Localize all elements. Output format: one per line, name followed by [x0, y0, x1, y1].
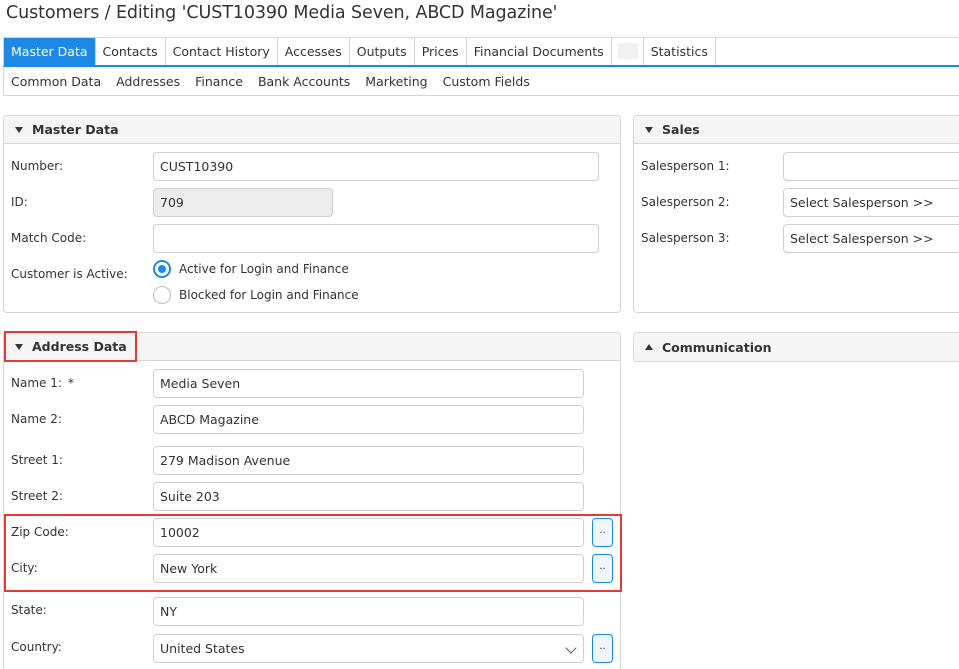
- chevron-down-icon: [565, 642, 577, 654]
- customer-active-label: Customer is Active:: [11, 267, 128, 281]
- sub-tabs: Common Data Addresses Finance Bank Accou…: [3, 67, 959, 96]
- communication-title: Communication: [662, 339, 772, 355]
- tab-contact-history[interactable]: Contact History: [166, 38, 278, 65]
- address-data-title: Address Data: [32, 339, 127, 354]
- subtab-common-data[interactable]: Common Data: [11, 74, 101, 89]
- state-field[interactable]: NY: [153, 597, 584, 626]
- tab-accesses[interactable]: Accesses: [278, 38, 350, 65]
- zip-field[interactable]: 10002: [153, 518, 584, 547]
- name1-field[interactable]: Media Seven: [153, 369, 584, 398]
- salesperson1-label: Salesperson 1:: [641, 159, 730, 173]
- required-asterisk: *: [67, 376, 74, 390]
- city-field[interactable]: New York: [153, 554, 584, 583]
- city-lookup-button[interactable]: ..: [592, 554, 613, 583]
- country-select[interactable]: United States: [153, 634, 584, 663]
- number-label: Number:: [11, 159, 64, 173]
- tab-statistics[interactable]: Statistics: [644, 38, 716, 65]
- name2-field[interactable]: ABCD Magazine: [153, 405, 584, 434]
- tab-financial-documents[interactable]: Financial Documents: [467, 38, 612, 65]
- name2-label: Name 2:: [11, 412, 62, 426]
- id-field: 709: [153, 188, 333, 217]
- sales-header[interactable]: Sales: [634, 116, 959, 144]
- match-code-field[interactable]: [153, 224, 599, 253]
- match-code-label: Match Code:: [11, 231, 87, 245]
- subtab-finance[interactable]: Finance: [195, 74, 243, 89]
- address-data-header[interactable]: Address Data: [4, 333, 620, 361]
- salesperson3-label: Salesperson 3:: [641, 231, 730, 245]
- street1-field[interactable]: 279 Madison Avenue: [153, 446, 584, 475]
- zip-lookup-button[interactable]: ..: [592, 518, 613, 547]
- collapse-caret-icon: [15, 343, 23, 350]
- number-field[interactable]: CUST10390: [153, 152, 599, 181]
- country-lookup-button[interactable]: ..: [592, 634, 613, 663]
- communication-panel: Communication: [633, 332, 959, 362]
- expand-caret-icon: [645, 344, 653, 350]
- subtab-custom-fields[interactable]: Custom Fields: [443, 74, 530, 89]
- street2-field[interactable]: Suite 203: [153, 482, 584, 511]
- subtab-bank-accounts[interactable]: Bank Accounts: [258, 74, 350, 89]
- tab-master-data[interactable]: Master Data: [4, 38, 96, 65]
- communication-header[interactable]: Communication: [634, 333, 959, 361]
- radio-blocked[interactable]: [153, 286, 171, 304]
- sales-title: Sales: [662, 122, 700, 137]
- collapse-caret-icon: [15, 126, 23, 133]
- tab-blank[interactable]: [612, 38, 644, 65]
- id-label: ID:: [11, 195, 28, 209]
- name1-label: Name 1: *: [11, 376, 74, 390]
- page-title: Customers / Editing 'CUST10390 Media Sev…: [6, 3, 558, 23]
- salesperson1-field[interactable]: [783, 152, 959, 181]
- tab-blank-placeholder: [617, 43, 638, 59]
- state-label: State:: [11, 603, 47, 617]
- radio-blocked-label[interactable]: Blocked for Login and Finance: [179, 288, 359, 302]
- radio-active[interactable]: [153, 260, 171, 278]
- name1-label-text: Name 1:: [11, 376, 62, 390]
- salesperson2-select[interactable]: Select Salesperson >>: [783, 188, 959, 217]
- country-value: United States: [160, 641, 245, 656]
- tab-contacts[interactable]: Contacts: [96, 38, 166, 65]
- zip-label: Zip Code:: [11, 525, 69, 539]
- radio-active-label[interactable]: Active for Login and Finance: [179, 262, 349, 276]
- master-data-header[interactable]: Master Data: [4, 116, 620, 144]
- collapse-caret-icon: [645, 126, 653, 133]
- main-tabs: Master Data Contacts Contact History Acc…: [3, 37, 959, 67]
- master-data-title: Master Data: [32, 122, 119, 137]
- city-label: City:: [11, 561, 38, 575]
- salesperson2-label: Salesperson 2:: [641, 195, 730, 209]
- country-label: Country:: [11, 640, 62, 654]
- street2-label: Street 2:: [11, 489, 63, 503]
- subtab-marketing[interactable]: Marketing: [365, 74, 427, 89]
- tab-prices[interactable]: Prices: [415, 38, 467, 65]
- tab-outputs[interactable]: Outputs: [350, 38, 415, 65]
- salesperson3-select[interactable]: Select Salesperson >>: [783, 224, 959, 253]
- subtab-addresses[interactable]: Addresses: [116, 74, 180, 89]
- street1-label: Street 1:: [11, 453, 63, 467]
